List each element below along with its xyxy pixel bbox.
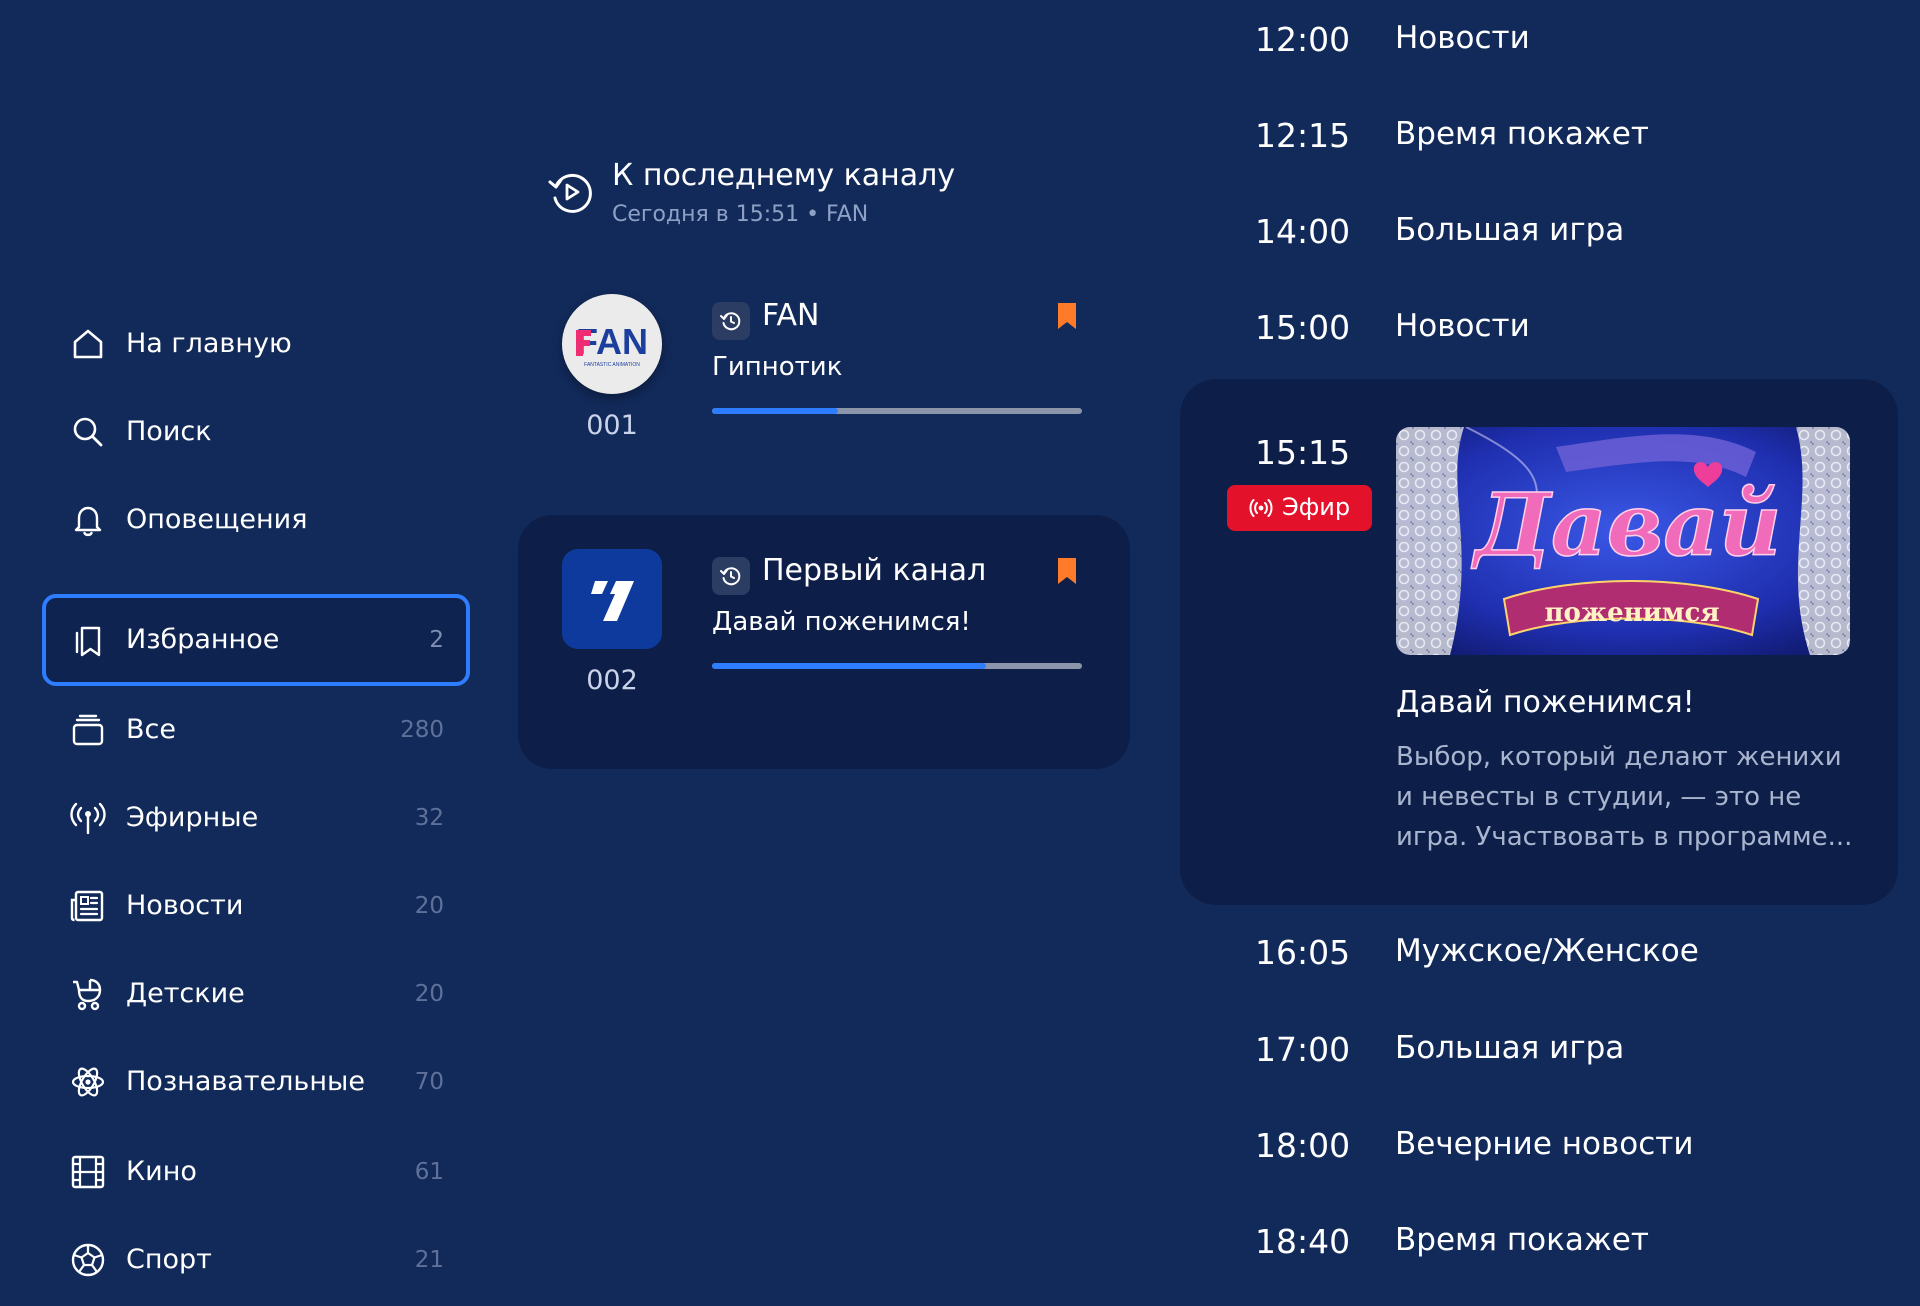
film-icon — [71, 1155, 105, 1189]
schedule-time: 18:40 — [1255, 1222, 1351, 1261]
schedule-time: 15:15 — [1255, 433, 1351, 472]
bell-icon — [74, 506, 102, 537]
schedule-title: Новости — [1395, 20, 1530, 56]
bookmark-icon[interactable] — [1056, 302, 1078, 330]
sidebar-item-label: Познавательные — [126, 1066, 365, 1097]
sidebar-item-sport[interactable]: Спорт 21 — [42, 1214, 470, 1306]
current-program-card[interactable]: 15:15 Эфир Давай поженимся Давай поженим… — [1180, 379, 1898, 905]
schedule-time: 16:05 — [1255, 933, 1351, 972]
schedule-time: 12:00 — [1255, 20, 1351, 59]
atom-icon — [71, 1067, 105, 1097]
program-progress-bar — [712, 408, 1082, 414]
broadcast-icon — [70, 802, 106, 835]
sidebar-item-label: Эфирные — [126, 802, 259, 833]
archive-icon — [712, 302, 750, 340]
program-progress-fill — [712, 663, 986, 669]
live-signal-icon — [1249, 499, 1273, 517]
sidebar-item-label: Поиск — [126, 416, 212, 447]
last-channel-title: К последнему каналу — [612, 158, 956, 193]
sidebar-item-count: 70 — [414, 1069, 444, 1095]
ball-icon — [71, 1243, 105, 1277]
schedule-title: Время покажет — [1395, 1222, 1649, 1258]
bookmark-icon[interactable] — [1056, 557, 1078, 585]
sidebar-item-search[interactable]: Поиск — [42, 386, 470, 478]
channel-number: 001 — [586, 410, 638, 441]
schedule-item[interactable]: 18:40 Время покажет — [1255, 1222, 1895, 1302]
channel-name: Первый канал — [762, 553, 987, 588]
schedule-item[interactable]: 15:00 Новости — [1255, 308, 1895, 388]
sidebar-item-movies[interactable]: Кино 61 — [42, 1126, 470, 1218]
sidebar-item-label: Новости — [126, 890, 244, 921]
fan-logo-subtext: FANTASTIC ANIMATION — [584, 362, 640, 368]
perviy-kanal-logo — [562, 549, 662, 649]
sidebar-item-educational[interactable]: Познавательные 70 — [42, 1036, 470, 1128]
schedule-title: Время покажет — [1395, 116, 1649, 152]
schedule-item[interactable]: 17:00 Большая игра — [1255, 1030, 1895, 1110]
schedule-title: Вечерние новости — [1395, 1126, 1694, 1162]
program-progress-fill — [712, 408, 838, 414]
sidebar-item-kids[interactable]: Детские 20 — [42, 948, 470, 1040]
sidebar-item-count: 61 — [414, 1159, 444, 1185]
schedule-item[interactable]: 12:00 Новости — [1255, 20, 1895, 100]
sidebar-item-favorites[interactable]: Избранное 2 — [42, 594, 470, 686]
thumbnail-title-text: Давай — [1471, 475, 1782, 576]
schedule-item[interactable]: 12:15 Время покажет — [1255, 116, 1895, 196]
schedule-item[interactable]: 16:05 Мужское/Женское — [1255, 933, 1895, 1013]
schedule-title: Большая игра — [1395, 212, 1625, 248]
search-icon — [73, 417, 103, 447]
sidebar-item-count: 280 — [400, 717, 444, 743]
schedule-time: 15:00 — [1255, 308, 1351, 347]
sidebar-item-broadcast[interactable]: Эфирные 32 — [42, 772, 470, 864]
channel-number: 002 — [586, 665, 638, 696]
schedule-title: Новости — [1395, 308, 1530, 344]
bookmarks-icon — [75, 626, 101, 657]
schedule-time: 17:00 — [1255, 1030, 1351, 1069]
live-badge-label: Эфир — [1282, 493, 1351, 521]
current-program: Гипнотик — [712, 352, 843, 382]
current-program-description: Выбор, который делают женихи и невесты в… — [1396, 742, 1853, 852]
channel-card-perviy[interactable]: 002 Первый канал Давай поженимся! — [518, 515, 1130, 769]
sidebar-item-news[interactable]: Новости 20 — [42, 860, 470, 952]
thumbnail-subtitle-text: поженимся — [1544, 598, 1719, 628]
schedule-time: 14:00 — [1255, 212, 1351, 251]
stack-icon — [72, 714, 104, 746]
last-channel-button[interactable]: К последнему каналу Сегодня в 15:51 • FA… — [548, 158, 1068, 238]
sidebar-item-label: На главную — [126, 328, 292, 359]
program-thumbnail: Давай поженимся — [1396, 427, 1850, 655]
sidebar-item-home[interactable]: На главную — [42, 298, 470, 390]
archive-icon — [712, 557, 750, 595]
sidebar-item-label: Избранное — [126, 624, 280, 655]
sidebar-item-count: 32 — [414, 805, 444, 831]
sidebar-item-count: 20 — [414, 893, 444, 919]
sidebar-item-count: 21 — [414, 1247, 444, 1273]
sidebar-item-count: 2 — [429, 627, 444, 653]
sidebar-item-label: Все — [126, 714, 176, 745]
channel-name: FAN — [762, 298, 820, 333]
schedule-item[interactable]: 18:00 Вечерние новости — [1255, 1126, 1895, 1206]
newspaper-icon — [70, 890, 104, 922]
schedule-time: 18:00 — [1255, 1126, 1351, 1165]
sidebar-item-all[interactable]: Все 280 — [42, 684, 470, 776]
current-program: Давай поженимся! — [712, 607, 971, 637]
program-progress-bar — [712, 663, 1082, 669]
sidebar-item-label: Оповещения — [126, 504, 308, 535]
last-channel-subtitle: Сегодня в 15:51 • FAN — [612, 202, 869, 227]
schedule-title: Большая игра — [1395, 1030, 1625, 1066]
home-icon — [73, 329, 103, 359]
current-program-title: Давай поженимся! — [1396, 685, 1695, 720]
history-play-icon — [548, 173, 592, 213]
schedule-time: 12:15 — [1255, 116, 1351, 155]
sidebar-item-label: Детские — [126, 978, 245, 1009]
schedule-item[interactable]: 14:00 Большая игра — [1255, 212, 1895, 292]
sidebar-item-notifications[interactable]: Оповещения — [42, 474, 470, 566]
sidebar-item-label: Кино — [126, 1156, 197, 1187]
live-badge: Эфир — [1227, 485, 1372, 531]
fan-logo: FAN FANTASTIC ANIMATION — [562, 294, 662, 394]
sidebar-item-count: 20 — [414, 981, 444, 1007]
stroller-icon — [73, 978, 102, 1011]
channel-card-fan[interactable]: FAN FANTASTIC ANIMATION 001 FAN Гипнотик — [518, 260, 1130, 514]
schedule-title: Мужское/Женское — [1395, 933, 1699, 969]
sidebar: На главную Поиск Оповещения Избранное 2 … — [42, 0, 472, 1284]
sidebar-item-label: Спорт — [126, 1244, 212, 1275]
